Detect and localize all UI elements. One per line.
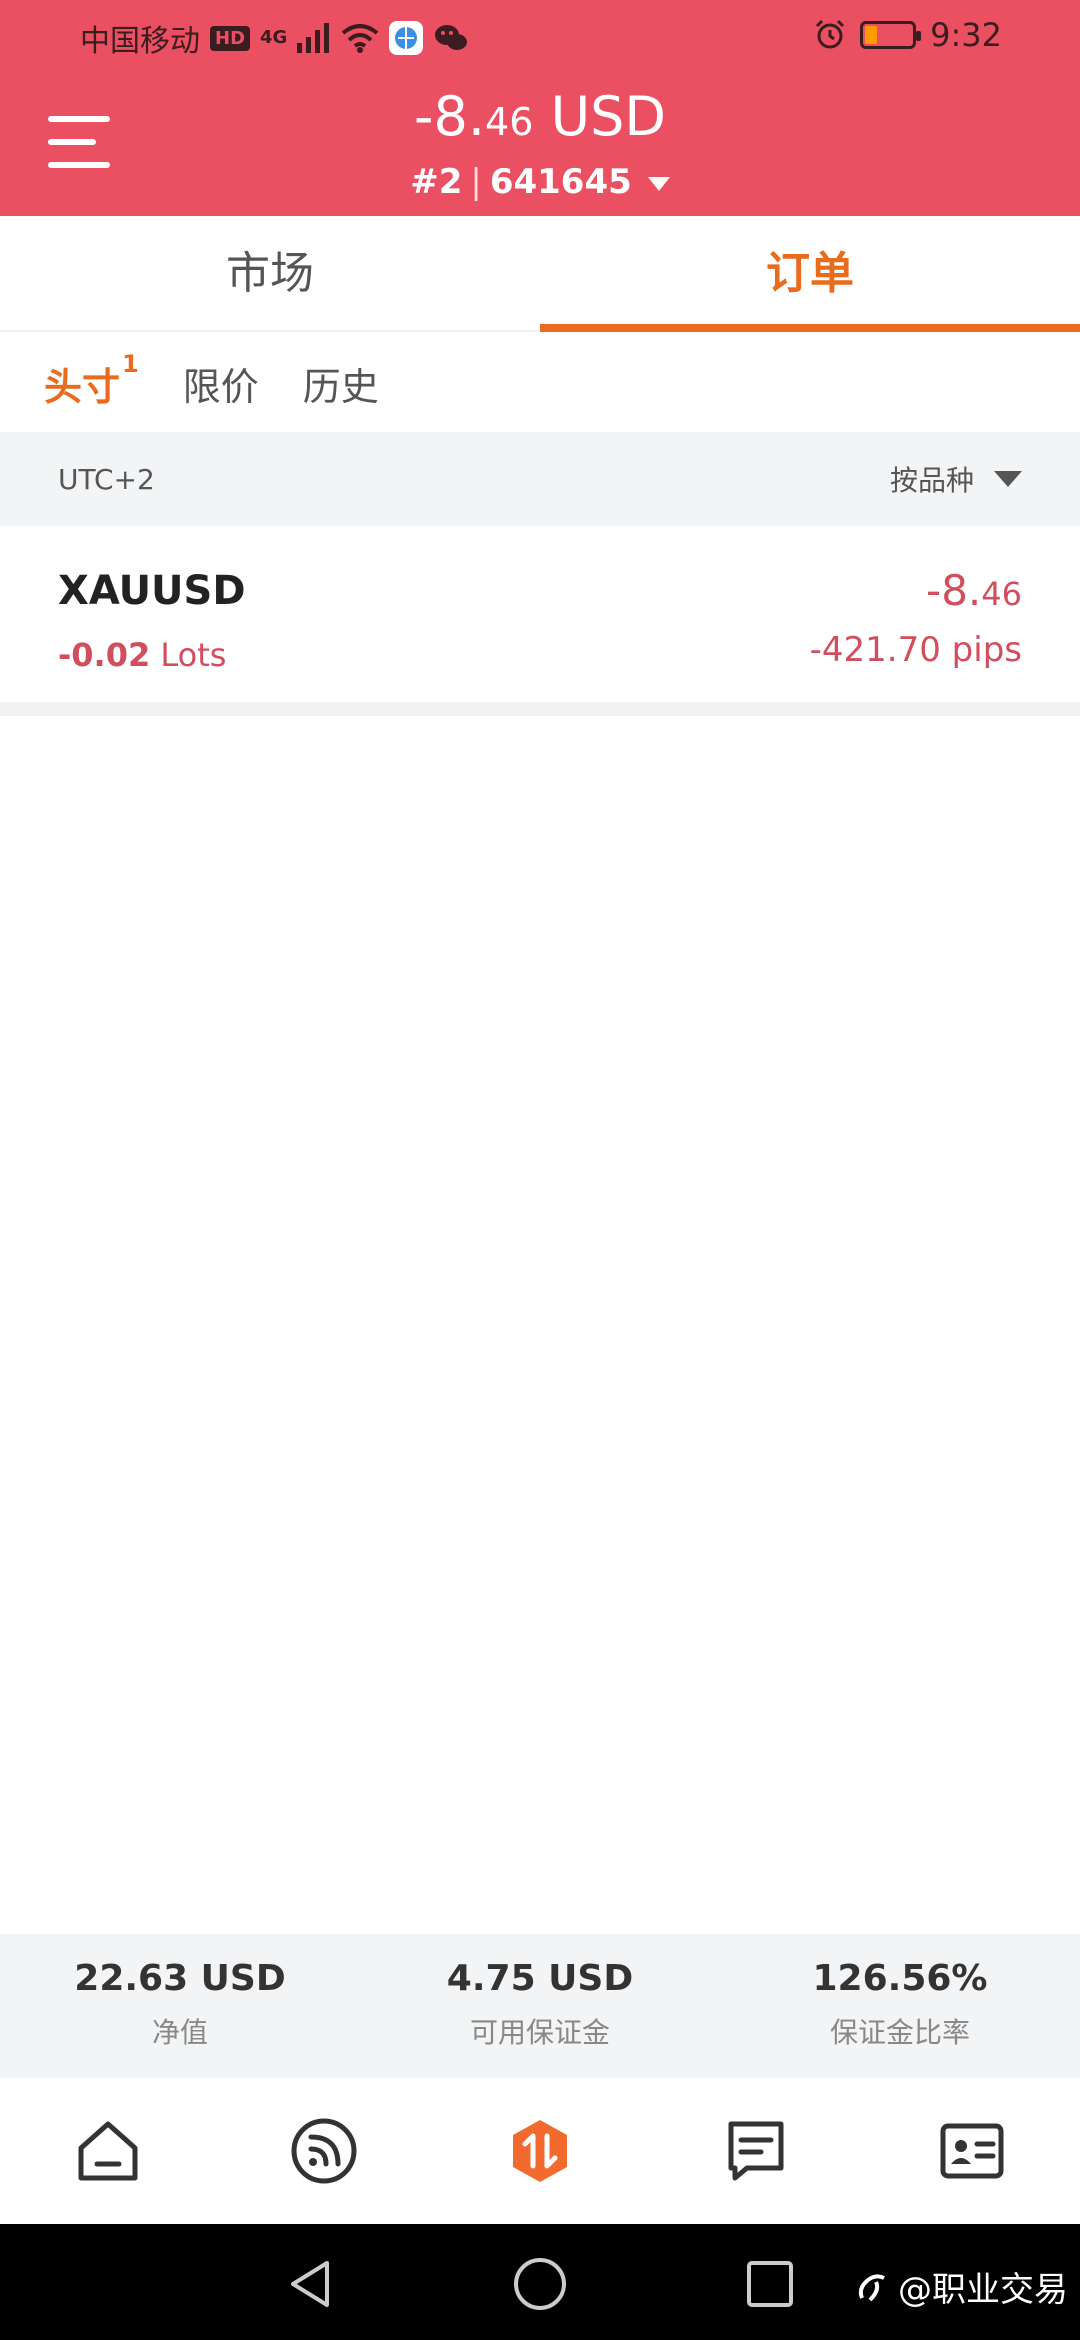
- account-number: #2: [410, 162, 463, 202]
- account-id: 641645: [489, 162, 632, 202]
- trade-icon: [513, 2120, 567, 2182]
- pnl-integer: -8.: [926, 566, 982, 615]
- subtab-positions[interactable]: 头寸1: [44, 350, 139, 411]
- summary-margin-level: 126.56% 保证金比率: [720, 1934, 1080, 2078]
- watermark: @职业交易: [856, 2262, 1068, 2311]
- browser-app-icon: [389, 21, 424, 55]
- system-nav-bar: @职业交易: [0, 2224, 1080, 2340]
- equity-label: 净值: [151, 2016, 208, 2049]
- position-pips: -421.70 pips: [809, 630, 1022, 670]
- positions-count-badge: 1: [122, 349, 139, 378]
- nav-trade[interactable]: [480, 2091, 600, 2211]
- filter-bar: UTC+2 按品种: [0, 432, 1080, 526]
- position-symbol: XAUUSD: [58, 568, 246, 614]
- nav-messages[interactable]: [696, 2091, 816, 2211]
- feed-icon: [291, 2118, 357, 2184]
- system-recents-button[interactable]: [740, 2254, 800, 2314]
- status-left: 中国移动 HD 4G: [80, 16, 469, 60]
- home-circle-icon: [514, 2258, 566, 2310]
- home-icon: [78, 2121, 138, 2181]
- subtab-history[interactable]: 历史: [303, 356, 379, 411]
- nav-profile[interactable]: [912, 2091, 1032, 2211]
- pnl-decimals: 46: [981, 575, 1022, 613]
- position-row[interactable]: XAUUSD -0.02 Lots -8.46 -421.70 pips: [0, 526, 1080, 716]
- order-subtabs: 头寸1 限价 历史: [0, 334, 1080, 432]
- lots-unit: Lots: [160, 636, 227, 674]
- nav-feed[interactable]: [264, 2091, 384, 2211]
- recents-square-icon: [747, 2261, 793, 2307]
- signal-icon: [297, 23, 330, 53]
- header-bar: 中国移动 HD 4G 9:32 -8.46 USD #2 | 641645: [0, 0, 1080, 216]
- account-balance: -8.46 USD: [0, 82, 1080, 157]
- margin-level-label: 保证金比率: [829, 2016, 970, 2049]
- hd-badge: HD: [210, 25, 251, 51]
- status-bar: 中国移动 HD 4G 9:32: [0, 0, 1080, 72]
- wifi-icon: [342, 24, 379, 53]
- margin-level-value: 126.56%: [812, 1958, 988, 1999]
- position-pnl: -8.46: [926, 566, 1022, 615]
- subtab-limit[interactable]: 限价: [183, 356, 259, 411]
- summary-equity: 22.63 USD 净值: [0, 1934, 360, 2078]
- tab-market[interactable]: 市场: [0, 216, 540, 330]
- chevron-down-icon: [647, 176, 670, 191]
- status-right: 9:32: [814, 16, 1002, 54]
- equity-value: 22.63 USD: [74, 1958, 286, 1999]
- message-icon: [728, 2121, 784, 2181]
- caret-down-icon: [994, 471, 1022, 487]
- system-home-button[interactable]: [510, 2254, 570, 2314]
- alarm-icon: [816, 19, 845, 49]
- subtab-positions-label: 头寸: [44, 364, 121, 409]
- group-by-label: 按品种: [889, 464, 974, 497]
- status-time: 9:32: [930, 16, 1002, 54]
- profile-card-icon: [940, 2123, 1004, 2179]
- watermark-text: @职业交易: [898, 2270, 1068, 2310]
- balance-currency: USD: [550, 85, 666, 148]
- account-summary: 22.63 USD 净值 4.75 USD 可用保证金 126.56% 保证金比…: [0, 1934, 1080, 2078]
- lots-value: -0.02: [58, 636, 151, 674]
- free-margin-label: 可用保证金: [469, 2016, 610, 2049]
- network-type: 4G: [260, 27, 288, 48]
- carrier-name: 中国移动: [80, 24, 200, 59]
- group-by-dropdown[interactable]: 按品种: [890, 459, 1022, 499]
- battery-icon: [860, 21, 922, 49]
- balance-integer: -8.: [414, 85, 486, 148]
- wechat-icon: [435, 25, 468, 50]
- position-lots: -0.02 Lots: [58, 636, 226, 674]
- timezone-label: UTC+2: [58, 462, 155, 496]
- nav-home[interactable]: [48, 2091, 168, 2211]
- bottom-nav: [0, 2078, 1080, 2224]
- weibo-logo-icon: [858, 2273, 885, 2301]
- free-margin-value: 4.75 USD: [446, 1958, 634, 1999]
- tab-orders[interactable]: 订单: [540, 216, 1080, 332]
- system-back-button[interactable]: [280, 2254, 340, 2314]
- account-separator: |: [470, 162, 482, 202]
- account-selector[interactable]: #2 | 641645: [0, 160, 1080, 204]
- main-tabs: 市场 订单: [0, 216, 1080, 332]
- back-triangle-icon: [291, 2261, 329, 2307]
- balance-decimals: 46: [485, 100, 534, 144]
- summary-free-margin: 4.75 USD 可用保证金: [360, 1934, 720, 2078]
